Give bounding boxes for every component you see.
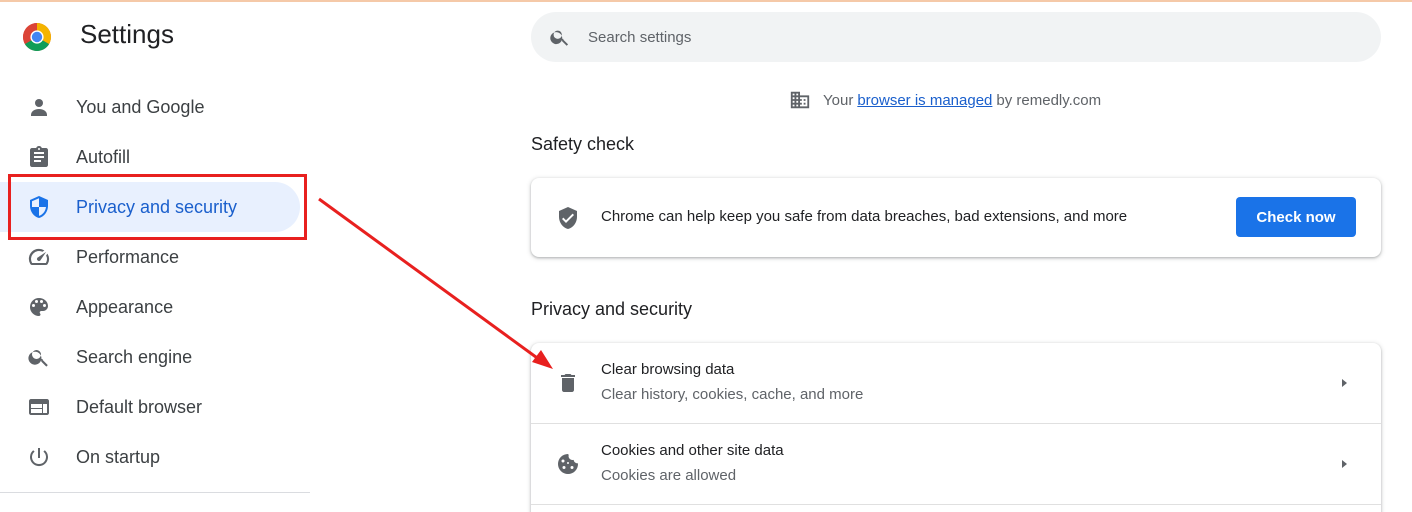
sidebar-item-you-and-google[interactable]: You and Google — [0, 82, 310, 132]
browser-window-icon — [27, 395, 51, 419]
power-icon — [27, 445, 51, 469]
search-input[interactable] — [588, 25, 1348, 49]
sidebar-item-label: You and Google — [76, 96, 205, 117]
safety-check-card: Chrome can help keep you safe from data … — [531, 178, 1381, 257]
page-title: Settings — [80, 19, 174, 49]
safety-check-description: Chrome can help keep you safe from data … — [601, 208, 1128, 225]
cookie-icon — [556, 452, 580, 476]
managed-notice-prefix: Your — [823, 91, 854, 109]
sidebar-item-label: Search engine — [76, 346, 193, 367]
sidebar-item-label: Performance — [76, 246, 180, 267]
sidebar-item-default-browser[interactable]: Default browser — [0, 382, 310, 432]
search-bar[interactable] — [531, 12, 1381, 62]
privacy-settings-card: Clear browsing data Clear history, cooki… — [531, 343, 1381, 512]
search-icon — [549, 26, 571, 48]
check-now-button[interactable]: Check now — [1236, 197, 1356, 237]
clear-browsing-data-row[interactable]: Clear browsing data Clear history, cooki… — [531, 343, 1381, 423]
sidebar-item-label: Appearance — [76, 296, 174, 317]
settings-header: Settings — [22, 19, 174, 52]
sidebar-nav: You and Google Autofill Privacy and secu… — [0, 82, 310, 482]
managed-notice-suffix: by remedly.com — [996, 91, 1102, 109]
cookies-site-data-row[interactable]: Cookies and other site data Cookies are … — [531, 424, 1381, 504]
speedometer-icon — [27, 245, 51, 269]
safety-check-heading: Safety check — [531, 134, 635, 154]
row-divider — [531, 504, 1381, 505]
trash-icon — [556, 371, 580, 395]
sidebar-item-appearance[interactable]: Appearance — [0, 282, 310, 332]
sidebar-item-label: On startup — [76, 446, 161, 467]
row-subtitle: Cookies are allowed — [601, 467, 737, 484]
chevron-right-icon — [1334, 454, 1354, 474]
person-icon — [27, 95, 51, 119]
row-subtitle: Clear history, cookies, cache, and more — [601, 386, 864, 403]
chevron-right-icon — [1334, 373, 1354, 393]
annotation-highlight-box — [8, 174, 307, 240]
search-icon — [27, 345, 51, 369]
sidebar-item-label: Autofill — [76, 146, 131, 167]
sidebar-item-on-startup[interactable]: On startup — [0, 432, 310, 482]
building-icon — [789, 89, 811, 111]
browser-managed-link[interactable]: browser is managed — [857, 92, 992, 109]
window-top-border — [0, 0, 1412, 2]
privacy-section-heading: Privacy and security — [531, 299, 693, 319]
managed-notice: Your browser is managed by remedly.com — [789, 89, 1101, 111]
sidebar-item-label: Default browser — [76, 396, 203, 417]
row-title: Cookies and other site data — [601, 442, 784, 459]
clipboard-icon — [27, 145, 51, 169]
row-title: Clear browsing data — [601, 361, 735, 378]
sidebar-item-search-engine[interactable]: Search engine — [0, 332, 310, 382]
chrome-logo-icon — [23, 23, 51, 51]
shield-check-icon — [556, 206, 580, 230]
sidebar-divider — [0, 492, 310, 493]
palette-icon — [27, 295, 51, 319]
